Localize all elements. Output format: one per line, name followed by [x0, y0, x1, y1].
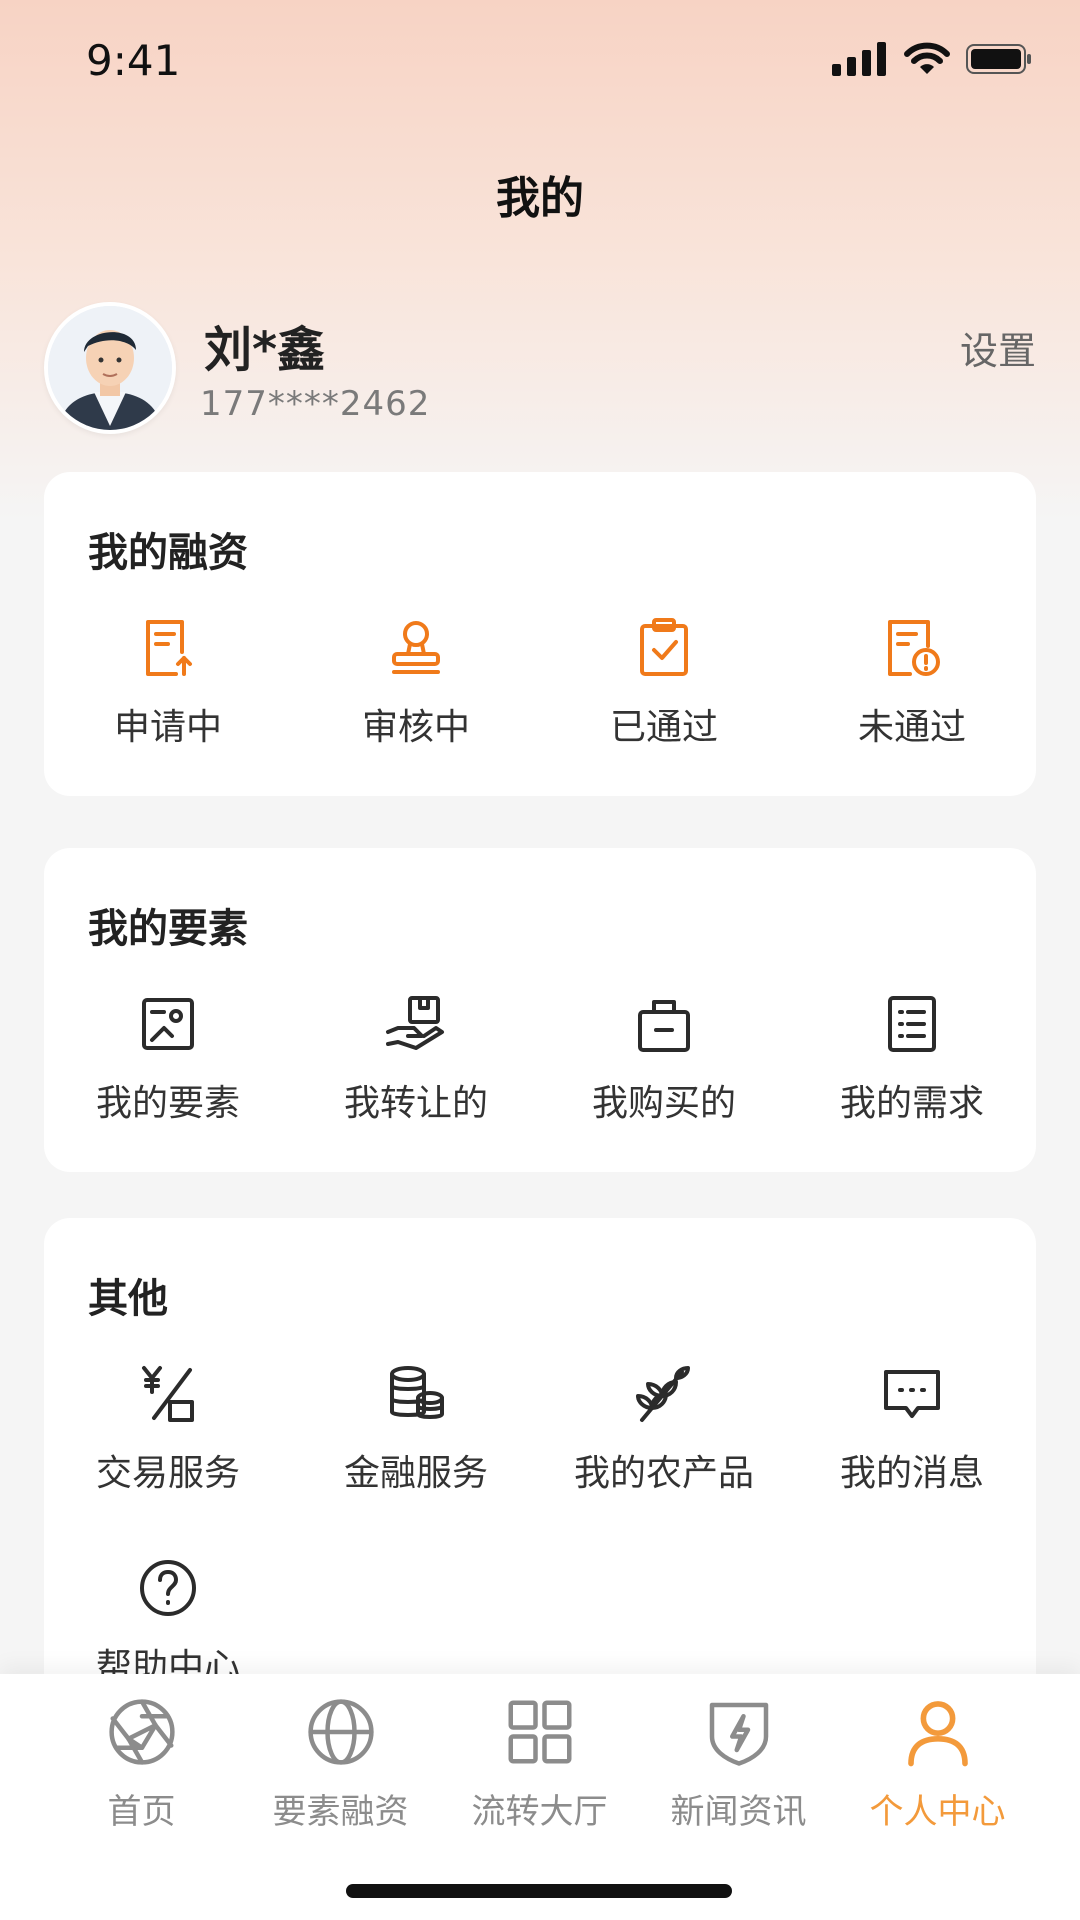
tab-element-financing[interactable]: 要素融资	[241, 1696, 440, 1833]
clipboard-check-icon	[640, 618, 688, 676]
finance-service-label: 金融服务	[343, 1453, 488, 1494]
trade-service-label: 交易服务	[95, 1453, 240, 1494]
grid-icon	[508, 1700, 571, 1764]
avatar[interactable]	[44, 302, 176, 434]
list-document-icon	[888, 996, 936, 1052]
trade-service-item[interactable]: 交易服务	[44, 1362, 292, 1512]
others-card-title: 其他	[88, 1276, 168, 1322]
cellular-signal-icon	[832, 42, 886, 76]
my-farm-products-label: 我的农产品	[573, 1453, 754, 1494]
tab-element-financing-label: 要素融资	[272, 1792, 409, 1832]
page-title: 我的	[496, 173, 584, 224]
financing-applying-item[interactable]: 申请中	[44, 616, 292, 766]
globe-icon	[307, 1699, 374, 1765]
tab-personal-center-label: 个人中心	[869, 1792, 1006, 1832]
my-elements-item[interactable]: 我的要素	[44, 992, 292, 1142]
status-icons	[832, 42, 1032, 76]
aperture-icon	[108, 1699, 175, 1765]
id-card-icon	[142, 998, 194, 1050]
elements-card: 我的要素 我的要素 我转让的 我购买的 我的需求	[44, 848, 1036, 1172]
hand-box-icon	[386, 996, 444, 1050]
finance-service-item[interactable]: 金融服务	[292, 1362, 540, 1512]
document-alert-icon	[888, 620, 940, 676]
phone-number: 177****2462	[200, 384, 431, 424]
financing-reviewing-item[interactable]: 审核中	[292, 616, 540, 766]
avatar-illustration-icon	[48, 306, 172, 430]
wifi-icon	[904, 42, 950, 74]
settings-link[interactable]: 设置	[960, 320, 1036, 375]
wheat-icon	[636, 1366, 690, 1422]
my-transfers-label: 我转让的	[343, 1083, 488, 1124]
status-time: 9:41	[86, 36, 181, 85]
my-messages-item[interactable]: 我的消息	[788, 1362, 1036, 1512]
stamp-icon	[392, 621, 440, 674]
my-demands-item[interactable]: 我的需求	[788, 992, 1036, 1142]
financing-card: 我的融资 申请中 审核中 已通过 未通过	[44, 472, 1036, 796]
financing-card-title: 我的融资	[88, 530, 248, 576]
status-bar: 9:41	[0, 0, 1080, 120]
shield-bolt-icon	[709, 1702, 768, 1766]
tab-home-label: 首页	[107, 1792, 176, 1832]
coins-icon	[390, 1366, 444, 1419]
financing-approved-label: 已通过	[609, 707, 718, 748]
financing-approved-item[interactable]: 已通过	[540, 616, 788, 766]
message-icon	[884, 1370, 940, 1418]
yuan-exchange-icon	[142, 1366, 194, 1422]
financing-rejected-label: 未通过	[857, 707, 966, 748]
financing-applying-label: 申请中	[113, 707, 222, 748]
battery-icon	[966, 44, 1031, 74]
shopping-bag-icon	[638, 1000, 690, 1052]
financing-rejected-item[interactable]: 未通过	[788, 616, 1036, 766]
my-demands-label: 我的需求	[839, 1083, 984, 1124]
my-farm-products-item[interactable]: 我的农产品	[540, 1362, 788, 1512]
help-icon	[140, 1560, 196, 1616]
tab-transfer-hall[interactable]: 流转大厅	[440, 1696, 639, 1833]
document-upload-icon	[146, 620, 192, 676]
elements-card-title: 我的要素	[88, 906, 248, 952]
my-messages-label: 我的消息	[839, 1453, 984, 1494]
tab-home[interactable]: 首页	[42, 1696, 241, 1833]
my-transfers-item[interactable]: 我转让的	[292, 992, 540, 1142]
my-purchases-item[interactable]: 我购买的	[540, 992, 788, 1142]
username: 刘*鑫	[204, 322, 326, 378]
tab-personal-center[interactable]: 个人中心	[838, 1696, 1037, 1833]
user-icon	[907, 1701, 968, 1767]
my-elements-label: 我的要素	[95, 1083, 240, 1124]
tab-news[interactable]: 新闻资讯	[639, 1696, 838, 1833]
tab-transfer-hall-label: 流转大厅	[471, 1792, 608, 1832]
home-indicator	[346, 1884, 732, 1898]
tab-news-label: 新闻资讯	[670, 1792, 807, 1832]
financing-reviewing-label: 审核中	[361, 707, 470, 748]
my-purchases-label: 我购买的	[591, 1083, 736, 1124]
profile-header: 刘*鑫 177****2462 设置	[44, 302, 1036, 434]
